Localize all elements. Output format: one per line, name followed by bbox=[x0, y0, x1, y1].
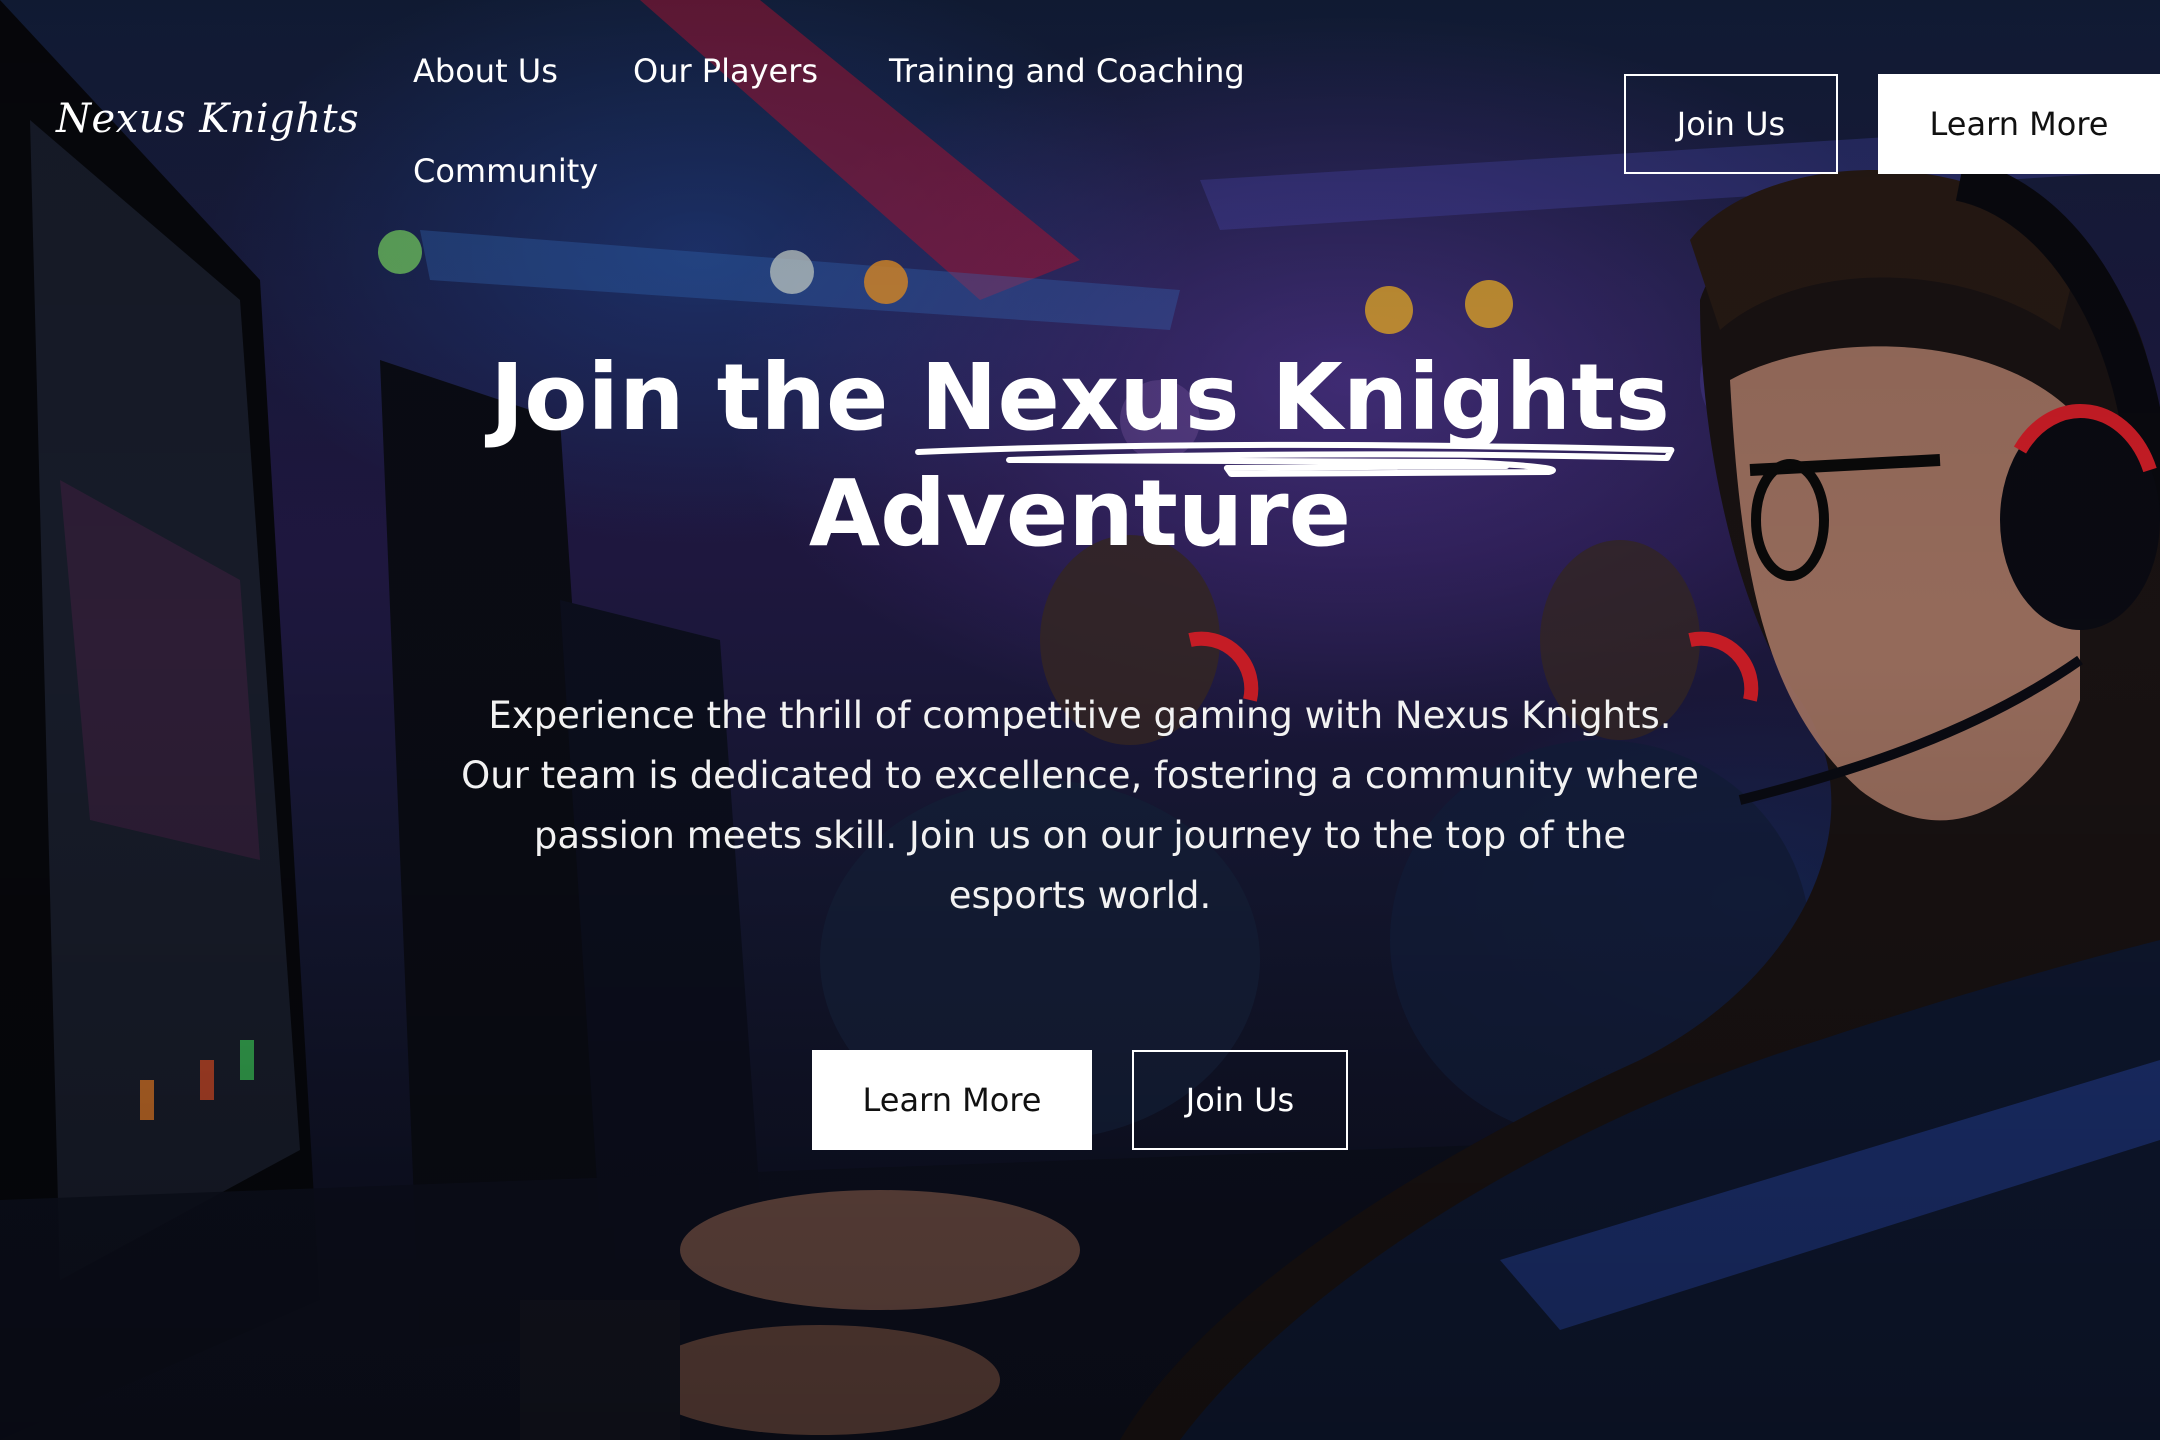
nav-link-community[interactable]: Community bbox=[413, 152, 598, 190]
hero-learn-more-button[interactable]: Learn More bbox=[812, 1050, 1092, 1150]
hero-description: Experience the thrill of competitive gam… bbox=[461, 694, 1699, 917]
nav-link-our-players[interactable]: Our Players bbox=[633, 52, 818, 90]
site-header: Nexus Knights About Us Our Players Train… bbox=[0, 0, 2160, 200]
nav-link-about-us[interactable]: About Us bbox=[413, 52, 558, 90]
header-join-us-button[interactable]: Join Us bbox=[1624, 74, 1838, 174]
hero-title-highlight-text: Nexus Knights bbox=[920, 344, 1670, 451]
hero-title-highlight: Nexus Knights bbox=[915, 340, 1675, 477]
hero-title-prefix: Join the bbox=[490, 344, 921, 451]
brush-stroke-underline-icon bbox=[915, 441, 1675, 477]
hero-section: Join the Nexus Knights Adventure Experie… bbox=[380, 340, 1780, 926]
site-logo[interactable]: Nexus Knights bbox=[56, 96, 359, 142]
nav-link-training-coaching[interactable]: Training and Coaching bbox=[889, 52, 1245, 90]
header-learn-more-button[interactable]: Learn More bbox=[1878, 74, 2160, 174]
hero-title: Join the Nexus Knights Adventure bbox=[380, 340, 1780, 572]
hero-join-us-button[interactable]: Join Us bbox=[1132, 1050, 1348, 1150]
